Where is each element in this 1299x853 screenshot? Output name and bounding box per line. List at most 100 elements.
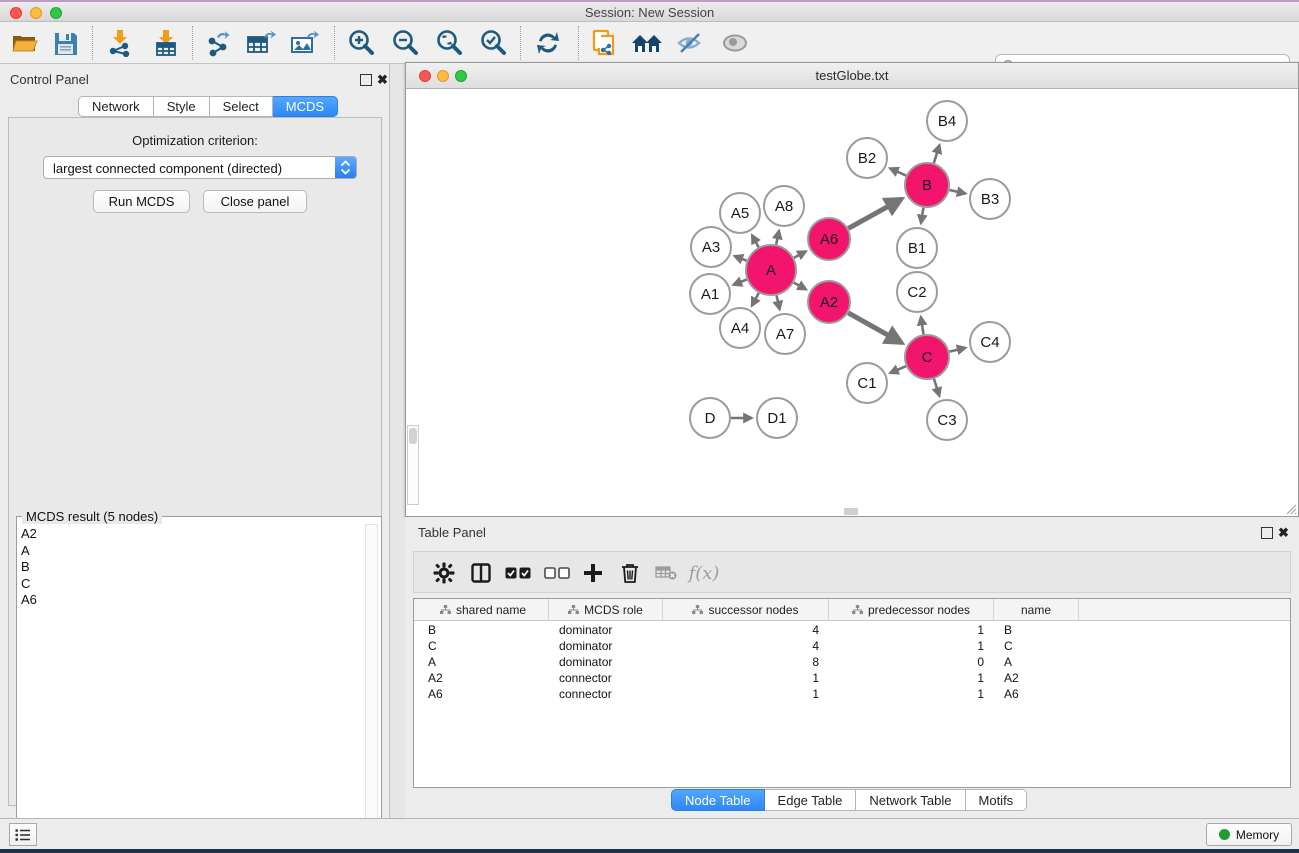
column-header-name[interactable]: name [994,599,1079,621]
graph-edge-B-B3[interactable] [949,190,965,194]
refresh-view-icon[interactable] [531,27,565,59]
mcds-result-scrollbar[interactable] [365,524,378,849]
memory-button[interactable]: Memory [1206,823,1292,846]
table-cell[interactable]: A [428,654,539,670]
close-panel-button[interactable]: Close panel [203,190,307,213]
graph-edge-B-B1[interactable] [921,208,923,224]
graph-node-A8[interactable]: A8 [764,186,804,226]
table-cell[interactable]: connector [559,670,653,686]
column-layout-icon[interactable] [465,557,497,589]
settings-gear-icon[interactable] [428,557,460,589]
column-header-shared-name[interactable]: shared name [418,599,549,621]
graph-edge-B-B4[interactable] [934,145,940,163]
tab-mcds[interactable]: MCDS [273,96,338,117]
delete-columns-icon[interactable] [614,557,646,589]
task-history-button[interactable] [9,823,37,846]
graph-edge-A-A8[interactable] [776,231,779,245]
open-file-icon[interactable] [8,27,42,59]
table-cell[interactable]: connector [559,686,653,702]
table-cell[interactable]: B [428,622,539,638]
hide-selected-icon[interactable] [674,27,708,59]
graph-edge-C-C3[interactable] [934,379,939,396]
graph-node-A4[interactable]: A4 [720,308,760,348]
graph-edge-A-A3[interactable] [734,256,746,261]
tab-network[interactable]: Network [78,96,154,117]
table-cell[interactable]: 4 [673,622,819,638]
table-cell[interactable]: 0 [839,654,984,670]
network-window-titlebar[interactable]: testGlobe.txt [406,63,1298,89]
close-table-panel-icon[interactable]: ✖ [1278,527,1290,539]
table-row[interactable]: A2connector11A2 [414,670,1290,686]
table-row[interactable]: Bdominator41B [414,622,1290,638]
zoom-selected-icon[interactable] [476,27,510,59]
new-network-from-selection-icon[interactable] [588,27,622,59]
table-cell[interactable]: A [1004,654,1069,670]
graph-node-C1[interactable]: C1 [847,363,887,403]
export-table-icon[interactable] [244,27,278,59]
graph-node-B3[interactable]: B3 [970,179,1010,219]
zoom-fit-icon[interactable] [432,27,466,59]
tab-select[interactable]: Select [210,96,273,117]
table-cell[interactable]: dominator [559,654,653,670]
graph-node-A6[interactable]: A6 [808,218,850,260]
mcds-result-item[interactable]: A2 [21,526,361,543]
table-body[interactable]: Bdominator41BCdominator41CAdominator80AA… [414,622,1290,702]
graph-node-A5[interactable]: A5 [720,193,760,233]
mcds-result-item[interactable]: B [21,559,361,576]
network-horizontal-scrollbar-thumb[interactable] [844,508,858,515]
graph-edge-A-A4[interactable] [752,293,759,306]
tab-network-table[interactable]: Network Table [856,789,965,811]
network-canvas[interactable]: B4B2BB3A8A5A6A3B1AC2A1A2A4A7C4CC1DD1C3 [407,90,1297,511]
first-neighbors-icon[interactable] [630,27,664,59]
column-header-successor-nodes[interactable]: successor nodes [663,599,829,621]
table-cell[interactable]: A2 [428,670,539,686]
graph-edge-A-A5[interactable] [752,235,759,247]
graph-edge-A-A1[interactable] [733,280,746,285]
node-table[interactable]: shared nameMCDS rolesuccessor nodesprede… [413,598,1291,788]
import-network-icon[interactable] [103,27,137,59]
table-cell[interactable]: C [1004,638,1069,654]
graph-node-D1[interactable]: D1 [757,398,797,438]
graph-node-C4[interactable]: C4 [970,322,1010,362]
window-titlebar[interactable]: Session: New Session [0,2,1299,22]
delete-table-icon[interactable] [650,557,682,589]
graph-node-C3[interactable]: C3 [927,400,967,440]
table-cell[interactable]: A6 [428,686,539,702]
graph-node-B1[interactable]: B1 [897,228,937,268]
graph-node-A7[interactable]: A7 [765,314,805,354]
export-network-icon[interactable] [202,27,236,59]
graph-node-C2[interactable]: C2 [897,272,937,312]
table-row[interactable]: Adominator80A [414,654,1290,670]
zoom-in-icon[interactable] [344,27,378,59]
table-cell[interactable]: A6 [1004,686,1069,702]
export-image-icon[interactable] [288,27,322,59]
table-cell[interactable]: dominator [559,622,653,638]
table-cell[interactable]: C [428,638,539,654]
graph-edge-C-C1[interactable] [890,366,906,373]
network-vertical-scrollbar[interactable] [407,425,419,505]
graph-edge-A-A7[interactable] [777,295,780,309]
window-resize-grip[interactable] [1283,501,1297,515]
mcds-result-item[interactable]: A [21,543,361,560]
graph-edge-A-A6[interactable] [794,251,806,257]
table-row[interactable]: A6 connector 1 1 A6 [414,686,1290,702]
float-panel-icon[interactable] [360,74,372,86]
table-cell[interactable]: 1 [839,686,984,702]
table-cell[interactable]: 1 [673,686,819,702]
table-cell[interactable]: B [1004,622,1069,638]
zoom-out-icon[interactable] [388,27,422,59]
run-mcds-button[interactable]: Run MCDS [93,190,190,213]
graph-edge-C-C2[interactable] [921,317,924,334]
table-cell[interactable]: 4 [673,638,819,654]
show-all-icon[interactable] [718,27,752,59]
function-builder-icon[interactable]: f(x) [688,557,720,589]
table-cell[interactable]: A2 [1004,670,1069,686]
table-cell[interactable]: dominator [559,638,653,654]
save-session-icon[interactable] [48,27,82,59]
network-graph[interactable]: B4B2BB3A8A5A6A3B1AC2A1A2A4A7C4CC1DD1C3 [407,90,1297,511]
graph-node-A1[interactable]: A1 [690,274,730,314]
graph-edge-B-B2[interactable] [890,168,906,175]
table-row[interactable]: Cdominator41C [414,638,1290,654]
graph-edge-A2-C[interactable] [848,313,902,343]
add-column-icon[interactable] [577,557,609,589]
